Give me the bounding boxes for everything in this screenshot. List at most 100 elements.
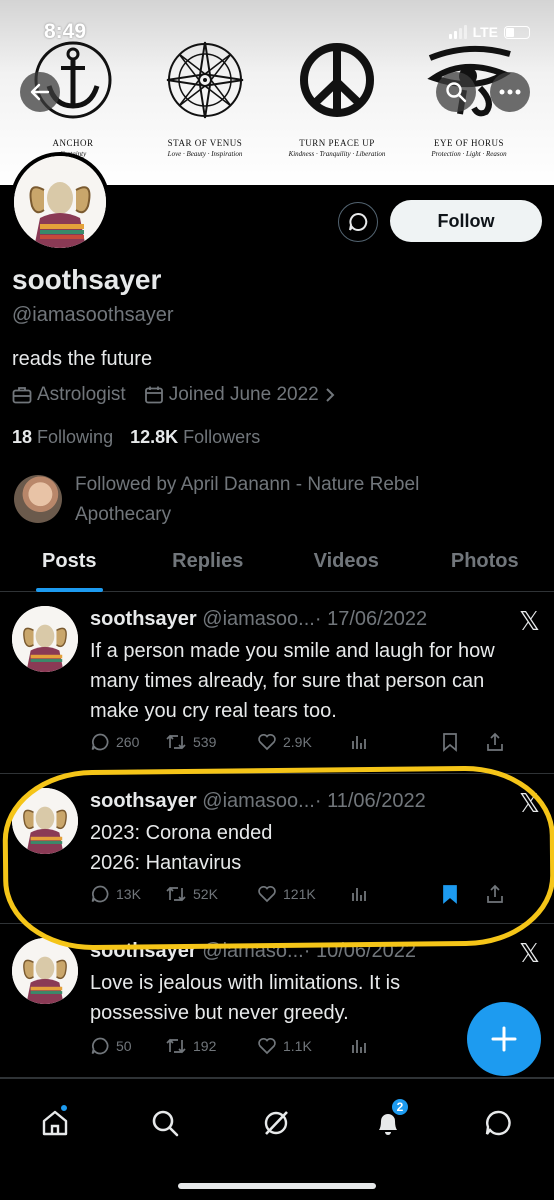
nav-search[interactable] bbox=[145, 1103, 185, 1143]
like-button[interactable]: 1.1K bbox=[257, 1036, 349, 1056]
back-button[interactable] bbox=[20, 72, 60, 112]
post-avatar[interactable] bbox=[12, 606, 78, 672]
followed-by[interactable]: Followed by April Danann - Nature Rebel … bbox=[14, 470, 475, 530]
analytics-icon bbox=[352, 736, 366, 749]
message-icon bbox=[349, 212, 368, 231]
nav-notifications[interactable]: 2 bbox=[368, 1097, 410, 1143]
plus-icon bbox=[491, 1026, 517, 1052]
tab-replies[interactable]: Replies bbox=[139, 540, 278, 591]
post-author-name[interactable]: soothsayer bbox=[90, 940, 197, 962]
bookmark-button[interactable] bbox=[441, 884, 485, 904]
views-button[interactable] bbox=[349, 732, 441, 752]
repost-count: 539 bbox=[193, 734, 217, 750]
compose-post-button[interactable] bbox=[467, 1002, 541, 1076]
profile-avatar[interactable] bbox=[10, 152, 110, 252]
network-label: LTE bbox=[472, 24, 498, 40]
repost-icon bbox=[166, 734, 186, 750]
new-posts-dot bbox=[59, 1103, 69, 1113]
nav-home[interactable] bbox=[35, 1103, 75, 1143]
category: Astrologist bbox=[12, 384, 126, 406]
post-avatar[interactable] bbox=[12, 938, 78, 1004]
x-logo-icon: 𝕏 bbox=[519, 788, 540, 818]
compass-star-icon bbox=[166, 41, 244, 119]
symbol-name: EYE OF HORUS bbox=[433, 138, 504, 148]
followers-label: Followers bbox=[183, 427, 261, 447]
share-button[interactable] bbox=[485, 884, 505, 904]
like-count: 2.9K bbox=[283, 734, 312, 750]
ram-character-avatar bbox=[12, 606, 78, 672]
share-icon bbox=[487, 884, 503, 903]
follow-button[interactable]: Follow bbox=[390, 200, 542, 242]
more-options-button[interactable] bbox=[490, 72, 530, 112]
nav-messages[interactable] bbox=[478, 1103, 518, 1143]
joined-label: Joined June 2022 bbox=[168, 384, 319, 405]
analytics-icon bbox=[352, 888, 366, 901]
like-button[interactable]: 121K bbox=[257, 884, 349, 904]
reply-button[interactable]: 50 bbox=[90, 1036, 165, 1056]
ram-character-avatar bbox=[12, 938, 78, 1004]
share-button[interactable] bbox=[485, 732, 505, 752]
tab-photos[interactable]: Photos bbox=[416, 540, 554, 591]
banner-symbol-star: STAR OF VENUS Love · Beauty · Inspiratio… bbox=[150, 40, 260, 158]
post-text-line: 2023: Corona ended bbox=[90, 822, 273, 844]
post-author-handle: @iamaso... bbox=[202, 940, 304, 962]
followers-link[interactable]: 12.8K Followers bbox=[130, 427, 260, 447]
ram-character-avatar bbox=[12, 788, 78, 854]
bottom-navigation: 2 bbox=[0, 1078, 554, 1200]
profile-display-name: soothsayer bbox=[12, 264, 162, 295]
post-author-handle: @iamasoo... bbox=[202, 790, 315, 812]
heart-icon bbox=[258, 1037, 276, 1055]
x-logo-icon: 𝕏 bbox=[519, 938, 540, 968]
analytics-icon bbox=[352, 1040, 366, 1053]
views-button[interactable] bbox=[349, 1036, 369, 1056]
like-button[interactable]: 2.9K bbox=[257, 732, 349, 752]
home-indicator[interactable] bbox=[178, 1183, 376, 1189]
bookmark-icon bbox=[443, 733, 457, 752]
followers-count: 12.8K bbox=[130, 427, 179, 447]
reply-button[interactable]: 13K bbox=[90, 884, 165, 904]
symbol-subtitle: Kindness · Tranquility · Liberation bbox=[288, 150, 386, 158]
post[interactable]: soothsayer @iamasoo...· 11/06/2022 𝕏 202… bbox=[0, 774, 554, 924]
post-author-name[interactable]: soothsayer bbox=[90, 608, 197, 630]
repost-button[interactable]: 539 bbox=[165, 732, 257, 752]
repost-button[interactable]: 192 bbox=[165, 1036, 257, 1056]
bookmark-button[interactable] bbox=[441, 732, 485, 752]
post-actions: 260 539 2.9K bbox=[90, 732, 540, 752]
post-author-handle: @iamasoo... bbox=[202, 608, 315, 630]
profile-meta: Astrologist Joined June 2022 bbox=[12, 384, 354, 406]
signal-icon bbox=[448, 25, 467, 39]
search-button[interactable] bbox=[436, 72, 476, 112]
profile-bio: reads the future bbox=[12, 348, 153, 370]
tab-videos[interactable]: Videos bbox=[277, 540, 416, 591]
post-author-name[interactable]: soothsayer bbox=[90, 790, 197, 812]
message-button[interactable] bbox=[338, 202, 378, 242]
bookmark-filled-icon bbox=[443, 885, 457, 904]
ram-character-avatar bbox=[14, 156, 106, 248]
post-header: soothsayer @iamasoo...· 17/06/2022 bbox=[90, 608, 427, 631]
following-link[interactable]: 18 Following bbox=[12, 427, 113, 447]
status-time: 8:49 bbox=[44, 20, 87, 43]
repost-count: 192 bbox=[193, 1038, 217, 1054]
calendar-icon bbox=[144, 386, 163, 404]
followed-by-text: Followed by April Danann - Nature Rebel … bbox=[75, 474, 420, 525]
reply-count: 50 bbox=[116, 1038, 132, 1054]
post-avatar[interactable] bbox=[12, 788, 78, 854]
banner-symbol-peace: TURN PEACE UP Kindness · Tranquility · L… bbox=[282, 40, 392, 158]
post-header: soothsayer @iamasoo...· 11/06/2022 bbox=[90, 790, 426, 813]
joined-date[interactable]: Joined June 2022 bbox=[144, 384, 336, 406]
reply-button[interactable]: 260 bbox=[90, 732, 165, 752]
share-icon bbox=[487, 732, 503, 751]
post-date: · 11/06/2022 bbox=[314, 790, 426, 812]
repost-button[interactable]: 52K bbox=[165, 884, 257, 904]
views-button[interactable] bbox=[349, 884, 441, 904]
nav-grok[interactable] bbox=[256, 1103, 296, 1143]
post-actions: 13K 52K 121K bbox=[90, 884, 540, 904]
post[interactable]: soothsayer @iamasoo...· 17/06/2022 𝕏 If … bbox=[0, 592, 554, 774]
symbol-name: TURN PEACE UP bbox=[299, 138, 375, 148]
repost-icon bbox=[166, 886, 186, 902]
briefcase-icon bbox=[12, 387, 32, 404]
heart-icon bbox=[258, 885, 276, 903]
post-date: · 10/06/2022 bbox=[303, 940, 417, 962]
tab-posts[interactable]: Posts bbox=[0, 540, 139, 592]
back-arrow-icon bbox=[30, 83, 50, 101]
